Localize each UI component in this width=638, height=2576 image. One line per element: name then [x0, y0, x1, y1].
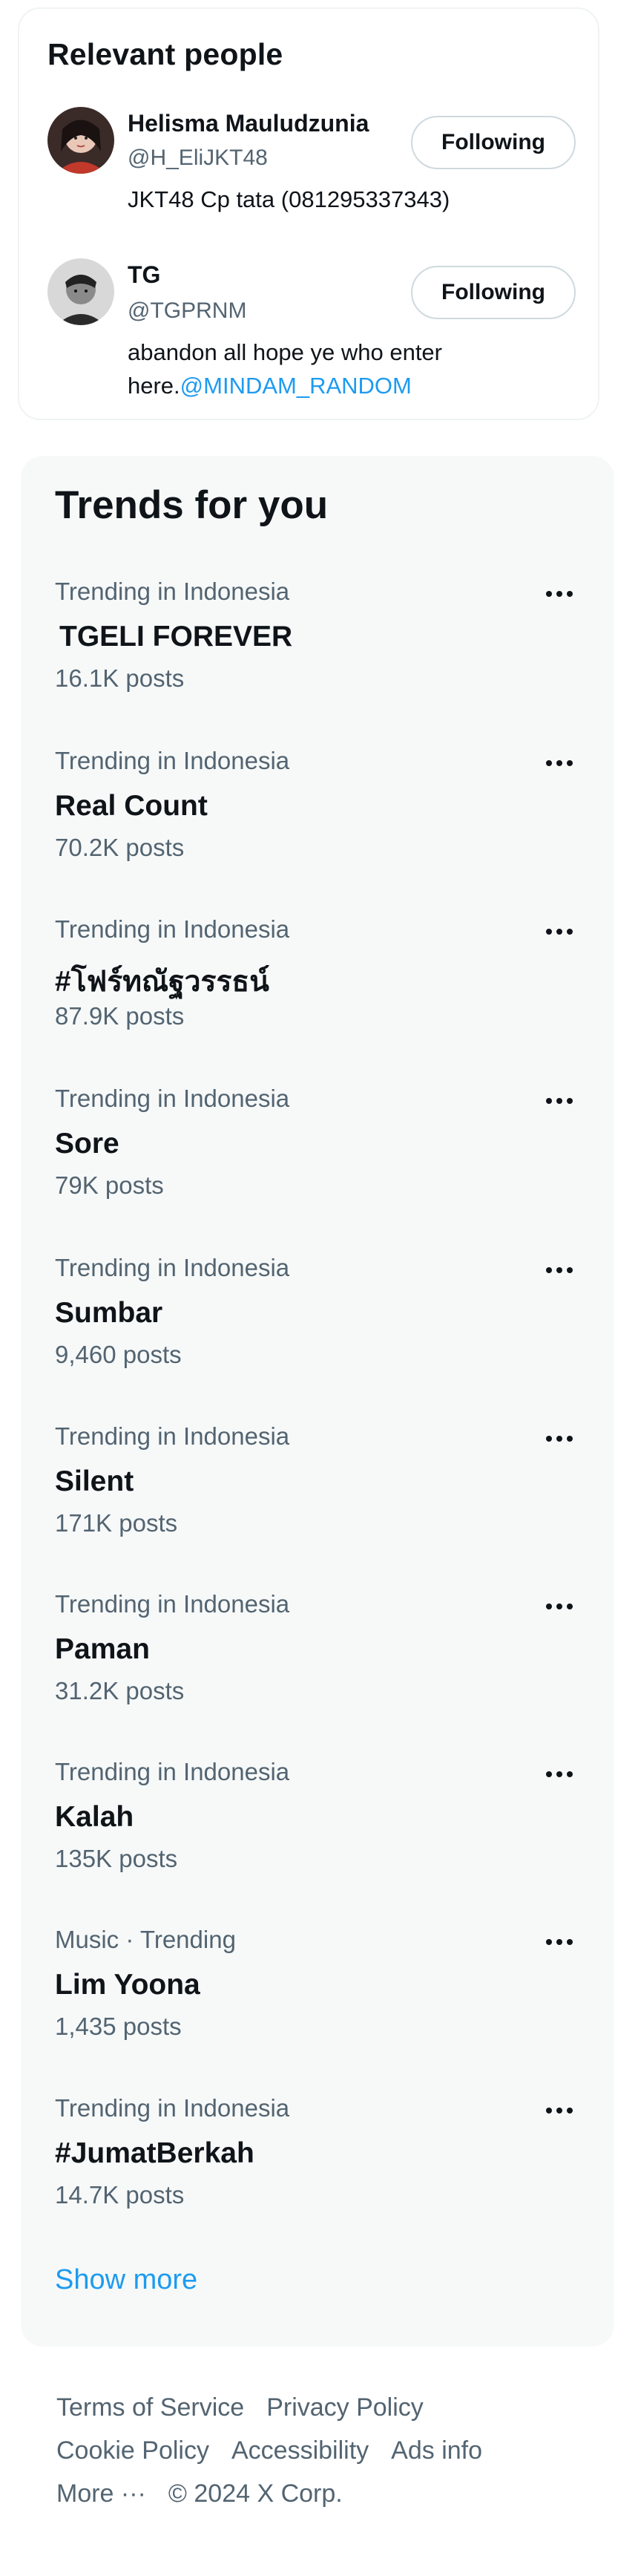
- trend-item[interactable]: Trending in Indonesia Paman 31.2K posts: [21, 1590, 614, 1759]
- terms-of-service-link[interactable]: Terms of Service: [56, 2393, 244, 2422]
- trend-name: Lim Yoona: [55, 1969, 200, 2001]
- avatar[interactable]: [47, 258, 114, 325]
- more-options-icon[interactable]: [537, 1255, 582, 1285]
- trend-context: Trending in Indonesia: [55, 1758, 290, 1785]
- trend-context: Trending in Indonesia: [55, 1590, 290, 1618]
- trend-context: Trending in Indonesia: [55, 1085, 290, 1112]
- person-name[interactable]: Helisma Mauludzunia: [128, 110, 369, 137]
- trend-item[interactable]: Trending in Indonesia #JumatBerkah 14.7K…: [21, 2094, 614, 2263]
- more-link[interactable]: More ···: [56, 2479, 146, 2508]
- trend-item[interactable]: Trending in Indonesia Sumbar 9,460 posts: [21, 1254, 614, 1423]
- ads-info-link[interactable]: Ads info: [391, 2436, 482, 2465]
- trend-name: #JumatBerkah: [55, 2137, 254, 2169]
- trend-context: Trending in Indonesia: [55, 915, 290, 943]
- trend-context: Trending in Indonesia: [55, 2094, 290, 2122]
- trend-item[interactable]: Trending in Indonesia Sore 79K posts: [21, 1085, 614, 1254]
- more-options-icon[interactable]: [537, 2096, 582, 2125]
- bio-mention-link[interactable]: @MINDAM_RANDOM: [180, 373, 412, 399]
- bio-text: JKT48 Cp tata (081295337343): [128, 186, 450, 212]
- trend-post-count: 87.9K posts: [55, 1002, 185, 1030]
- person-bio: abandon all hope ye who enter here.@MIND…: [128, 336, 513, 402]
- avatar[interactable]: [47, 107, 114, 174]
- more-options-icon[interactable]: [537, 917, 582, 947]
- trend-name: Sore: [55, 1128, 119, 1160]
- trend-name: #โฟร์ทณัฐวรรธน์: [55, 966, 269, 998]
- trend-item[interactable]: Trending in Indonesia Real Count 70.2K p…: [21, 747, 614, 916]
- trend-post-count: 135K posts: [55, 1845, 178, 1872]
- trend-post-count: 14.7K posts: [55, 2181, 185, 2209]
- accessibility-link[interactable]: Accessibility: [231, 2436, 369, 2465]
- trend-item[interactable]: Trending in Indonesia TGELI FOREVER 16.1…: [21, 578, 614, 747]
- trend-post-count: 31.2K posts: [55, 1677, 185, 1704]
- person-handle[interactable]: @TGPRNM: [128, 298, 246, 324]
- trend-post-count: 9,460 posts: [55, 1341, 182, 1368]
- following-button[interactable]: Following: [411, 116, 576, 169]
- more-options-icon[interactable]: [537, 1424, 582, 1454]
- trend-name: Kalah: [55, 1801, 134, 1833]
- copyright-text: © 2024 X Corp.: [168, 2479, 343, 2508]
- trend-name: Sumbar: [55, 1297, 163, 1329]
- trend-post-count: 171K posts: [55, 1509, 178, 1537]
- trend-context: Trending in Indonesia: [55, 1422, 290, 1450]
- trends-card: Trends for you Trending in Indonesia TGE…: [21, 456, 614, 2347]
- trend-context: Trending in Indonesia: [55, 747, 290, 774]
- trend-name: Silent: [55, 1465, 134, 1497]
- cookie-policy-link[interactable]: Cookie Policy: [56, 2436, 209, 2465]
- more-options-icon[interactable]: [537, 1927, 582, 1957]
- more-options-icon[interactable]: [537, 579, 582, 609]
- trend-context: Trending in Indonesia: [55, 578, 290, 605]
- show-more-link[interactable]: Show more: [55, 2264, 197, 2296]
- relevant-people-title: Relevant people: [47, 37, 283, 71]
- trend-post-count: 79K posts: [55, 1171, 164, 1199]
- trend-name: TGELI FOREVER: [59, 621, 293, 653]
- trend-context: Trending in Indonesia: [55, 1254, 290, 1281]
- trend-name: Paman: [55, 1633, 150, 1665]
- person-bio: JKT48 Cp tata (081295337343): [128, 183, 513, 216]
- relevant-people-card: Relevant people Helisma Mauludzunia @H_E…: [18, 7, 599, 420]
- more-options-icon[interactable]: [537, 1086, 582, 1116]
- privacy-policy-link[interactable]: Privacy Policy: [266, 2393, 424, 2422]
- more-options-icon[interactable]: [537, 1759, 582, 1789]
- trend-post-count: 1,435 posts: [55, 2013, 182, 2040]
- following-button[interactable]: Following: [411, 266, 576, 319]
- trend-item[interactable]: Trending in Indonesia Kalah 135K posts: [21, 1758, 614, 1927]
- more-options-icon[interactable]: [537, 748, 582, 778]
- trend-item[interactable]: Trending in Indonesia Silent 171K posts: [21, 1422, 614, 1592]
- trend-post-count: 16.1K posts: [55, 664, 185, 692]
- person-handle[interactable]: @H_EliJKT48: [128, 146, 268, 171]
- trend-item[interactable]: Trending in Indonesia #โฟร์ทณัฐวรรธน์ 87…: [21, 915, 614, 1085]
- trends-title: Trends for you: [55, 483, 329, 527]
- more-options-icon[interactable]: [537, 1592, 582, 1621]
- person-name[interactable]: TG: [128, 261, 160, 289]
- trend-item[interactable]: Music · Trending Lim Yoona 1,435 posts: [21, 1926, 614, 2095]
- trend-name: Real Count: [55, 790, 208, 822]
- trend-post-count: 70.2K posts: [55, 834, 185, 861]
- trend-context: Music · Trending: [55, 1926, 236, 1953]
